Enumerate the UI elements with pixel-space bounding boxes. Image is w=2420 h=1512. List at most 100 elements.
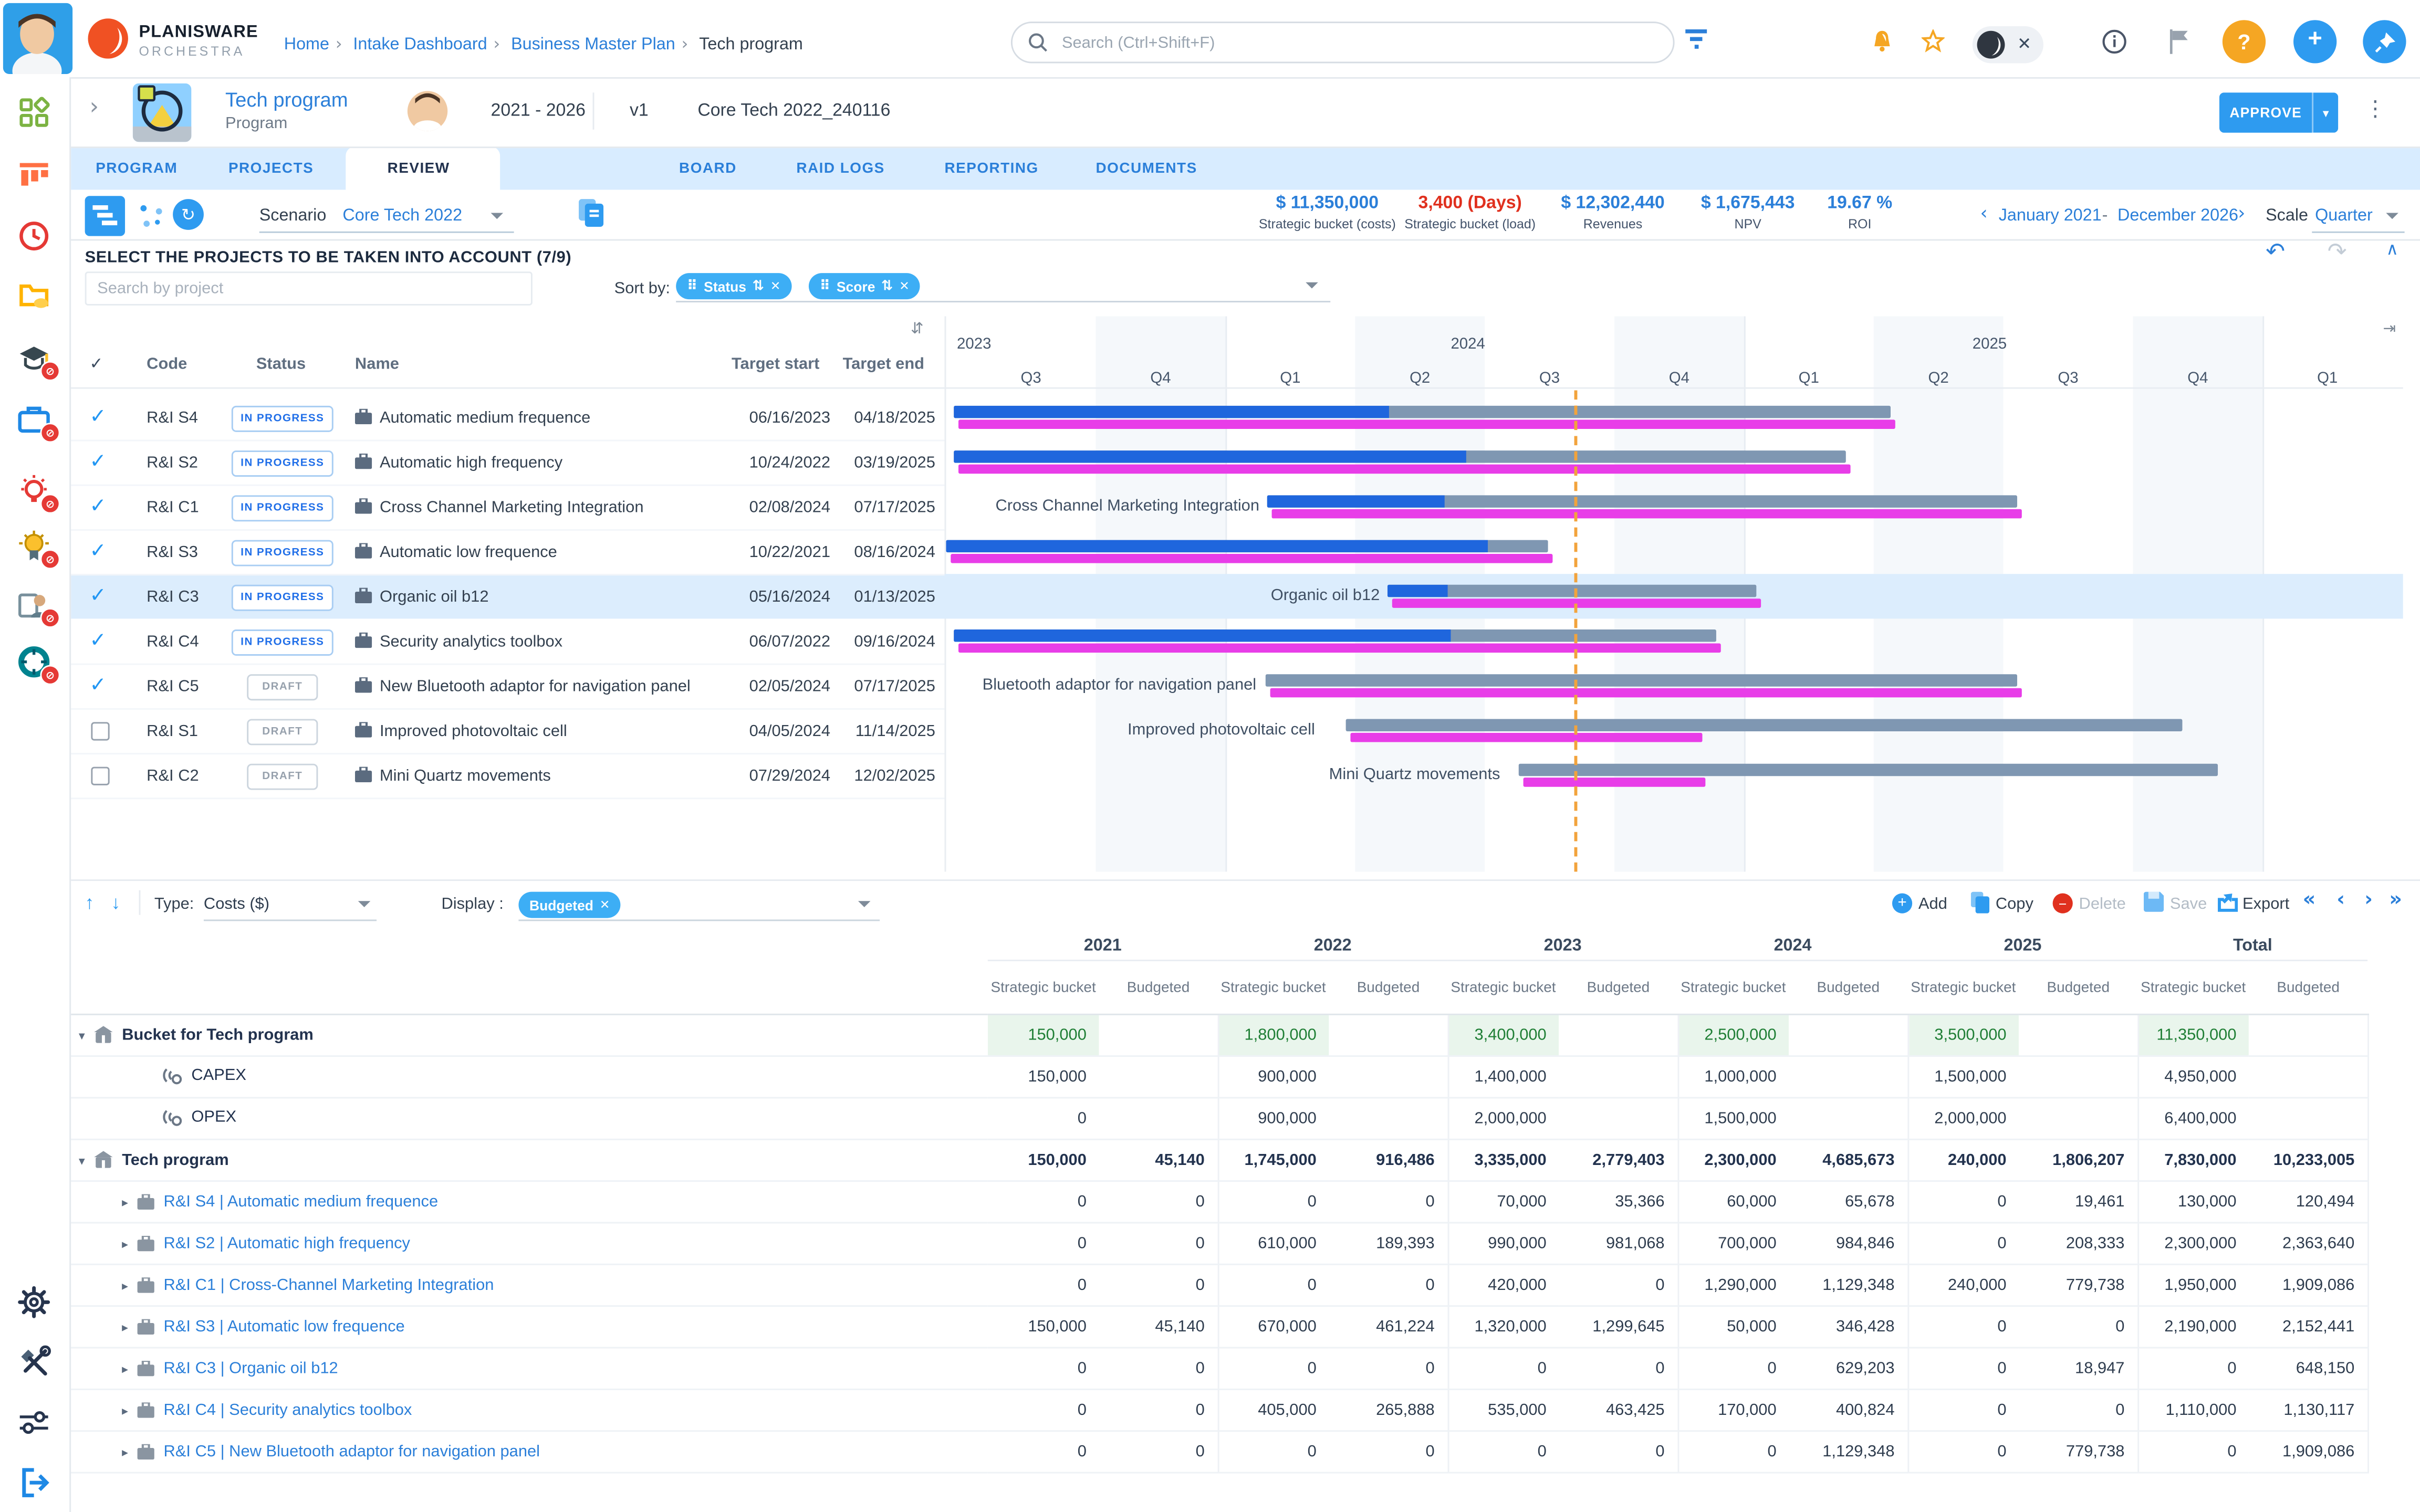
period-prev-icon[interactable]: ‹ — [1980, 202, 1987, 224]
support-icon[interactable]: ⊘ — [17, 645, 51, 679]
project-link[interactable]: R&I S3 | Automatic low frequence — [164, 1318, 405, 1336]
remove-chip-icon[interactable]: ✕ — [770, 279, 781, 293]
collapse-icon[interactable]: ▾ — [79, 1028, 85, 1042]
more-options-icon[interactable]: ⋮ — [2364, 96, 2386, 122]
column-sort-icon[interactable]: ⇵ — [911, 321, 924, 338]
chevron-down-icon[interactable] — [1306, 282, 1318, 289]
project-row[interactable]: R&I C2 DRAFT Mini Quartz movements 07/29… — [69, 753, 944, 799]
tab-board[interactable]: BOARD — [679, 161, 737, 177]
checkbox-checked-icon[interactable]: ✓ — [89, 540, 106, 563]
approve-dropdown-button[interactable]: ▾ — [2312, 92, 2338, 132]
breadcrumb-intake-dashboard[interactable]: Intake Dashboard — [353, 36, 487, 54]
preferences-sliders-icon[interactable] — [17, 1405, 51, 1440]
checkbox-checked-icon[interactable]: ✓ — [89, 585, 106, 608]
add-row-button[interactable]: Add — [1918, 895, 1947, 913]
project-link[interactable]: R&I C5 | New Bluetooth adaptor for navig… — [164, 1443, 540, 1461]
delete-button[interactable]: Delete — [2079, 895, 2126, 913]
display-chip-budgeted[interactable]: Budgeted✕ — [518, 892, 621, 918]
tab-raid-logs[interactable]: RAID LOGS — [796, 161, 884, 177]
expand-icon[interactable]: ▸ — [122, 1237, 128, 1251]
logout-icon[interactable] — [17, 1466, 51, 1500]
chevron-down-icon[interactable] — [491, 213, 504, 219]
expand-icon[interactable]: ▸ — [122, 1404, 128, 1418]
collapse-icon[interactable]: ▾ — [79, 1153, 85, 1167]
collapse-section-icon[interactable]: ∧ — [2386, 239, 2398, 259]
filter-funnel-icon[interactable] — [1685, 29, 1707, 49]
flag-icon[interactable] — [2168, 29, 2190, 54]
sort-chip-score[interactable]: ⠿Score⇅✕ — [809, 273, 920, 299]
gantt-bar[interactable] — [1267, 495, 2017, 508]
checkbox-checked-icon[interactable]: ✓ — [89, 674, 106, 697]
gantt-bar[interactable] — [954, 406, 1891, 418]
portfolio-icon[interactable] — [17, 158, 51, 192]
add-row-icon[interactable]: + — [1892, 894, 1912, 914]
gantt-bar[interactable] — [1346, 719, 2183, 731]
chevron-down-icon[interactable] — [2386, 213, 2398, 219]
project-row[interactable]: ✓ R&I C4 IN PROGRESS Security analytics … — [69, 618, 944, 665]
expand-icon[interactable]: ▸ — [122, 1362, 128, 1376]
tab-reporting[interactable]: REPORTING — [945, 161, 1039, 177]
expand-icon[interactable]: ▸ — [122, 1445, 128, 1459]
gantt-bar[interactable] — [1266, 674, 2017, 687]
checkbox-checked-icon[interactable]: ✓ — [89, 450, 106, 474]
tab-documents[interactable]: DOCUMENTS — [1096, 161, 1197, 177]
dashboard-icon[interactable] — [17, 96, 51, 130]
project-row[interactable]: ✓ R&I S4 IN PROGRESS Automatic medium fr… — [69, 395, 944, 441]
add-button[interactable]: + — [2293, 20, 2336, 63]
export-button[interactable]: Export — [2242, 895, 2289, 913]
gantt-view-button[interactable] — [85, 196, 125, 236]
remove-chip-icon[interactable]: ✕ — [899, 279, 910, 293]
project-row[interactable]: R&I S1 DRAFT Improved photovoltaic cell … — [69, 708, 944, 754]
refresh-icon[interactable]: ↻ — [173, 199, 204, 230]
project-link[interactable]: R&I S2 | Automatic high frequency — [164, 1235, 410, 1253]
checkbox-checked-icon[interactable]: ✓ — [89, 629, 106, 653]
settings-gear-icon[interactable] — [17, 1285, 51, 1319]
remove-chip-icon[interactable]: ✕ — [600, 898, 610, 911]
project-row[interactable]: ✓ R&I S3 IN PROGRESS Automatic low frequ… — [69, 529, 944, 575]
user-avatar[interactable] — [3, 3, 72, 74]
sort-direction-icon[interactable]: ⇅ — [881, 278, 893, 293]
project-row-selected[interactable]: ✓ R&I C3 IN PROGRESS Organic oil b12 05/… — [69, 574, 944, 618]
page-last-icon[interactable]: » — [2389, 889, 2402, 912]
close-icon[interactable]: ✕ — [2017, 34, 2031, 54]
admin-tools-icon[interactable] — [17, 1346, 51, 1380]
expand-icon[interactable]: ▸ — [122, 1279, 128, 1293]
period-end[interactable]: December 2026 — [2118, 207, 2238, 225]
tab-review[interactable]: REVIEW — [388, 161, 450, 177]
time-tracking-icon[interactable] — [17, 219, 51, 253]
period-next-icon[interactable]: › — [2238, 202, 2245, 224]
resources-icon[interactable]: ⊘ — [17, 588, 51, 622]
project-link[interactable]: R&I C4 | Security analytics toolbox — [164, 1401, 412, 1420]
gantt-bar[interactable] — [1388, 585, 1756, 597]
column-header-code[interactable]: Code — [147, 355, 187, 373]
undo-icon[interactable]: ↶ — [2266, 238, 2285, 266]
gantt-bar[interactable] — [1519, 764, 2218, 776]
project-row[interactable]: ✓ R&I C5 DRAFT New Bluetooth adaptor for… — [69, 664, 944, 710]
program-title[interactable]: Tech program — [225, 88, 348, 111]
quality-badge-icon[interactable]: ⊘ — [17, 529, 51, 563]
documents-icon[interactable] — [17, 278, 51, 312]
save-button[interactable]: Save — [2170, 895, 2207, 913]
page-first-icon[interactable]: « — [2303, 889, 2316, 912]
page-prev-icon[interactable]: ‹ — [2336, 889, 2345, 912]
scroll-to-end-icon[interactable]: ⇥ — [2383, 321, 2396, 338]
column-header-status[interactable]: Status — [256, 355, 306, 373]
duplicate-scenario-icon[interactable] — [577, 197, 605, 228]
brand-timer-widget[interactable]: ✕ — [1973, 26, 2043, 64]
program-manager-avatar[interactable] — [408, 91, 447, 131]
gantt-bar[interactable] — [954, 450, 1846, 463]
ideas-icon[interactable]: ⊘ — [17, 474, 51, 508]
project-link[interactable]: R&I C3 | Organic oil b12 — [164, 1360, 338, 1378]
delete-icon[interactable]: − — [2053, 894, 2073, 914]
checkbox-unchecked[interactable] — [91, 722, 109, 740]
project-row[interactable]: ✓ R&I C1 IN PROGRESS Cross Channel Marke… — [69, 485, 944, 531]
chevron-down-icon[interactable] — [358, 901, 371, 907]
copy-icon[interactable] — [1971, 892, 1989, 914]
pinboard-button[interactable] — [2363, 20, 2406, 63]
projects-briefcase-icon[interactable]: ⊘ — [17, 403, 51, 437]
favorites-star-icon[interactable] — [1922, 29, 1945, 52]
sort-direction-icon[interactable]: ⇅ — [753, 278, 764, 293]
tab-projects[interactable]: PROJECTS — [228, 161, 314, 177]
help-pin-button[interactable]: ? — [2223, 20, 2266, 63]
column-header-target-end[interactable]: Target end — [843, 355, 924, 373]
